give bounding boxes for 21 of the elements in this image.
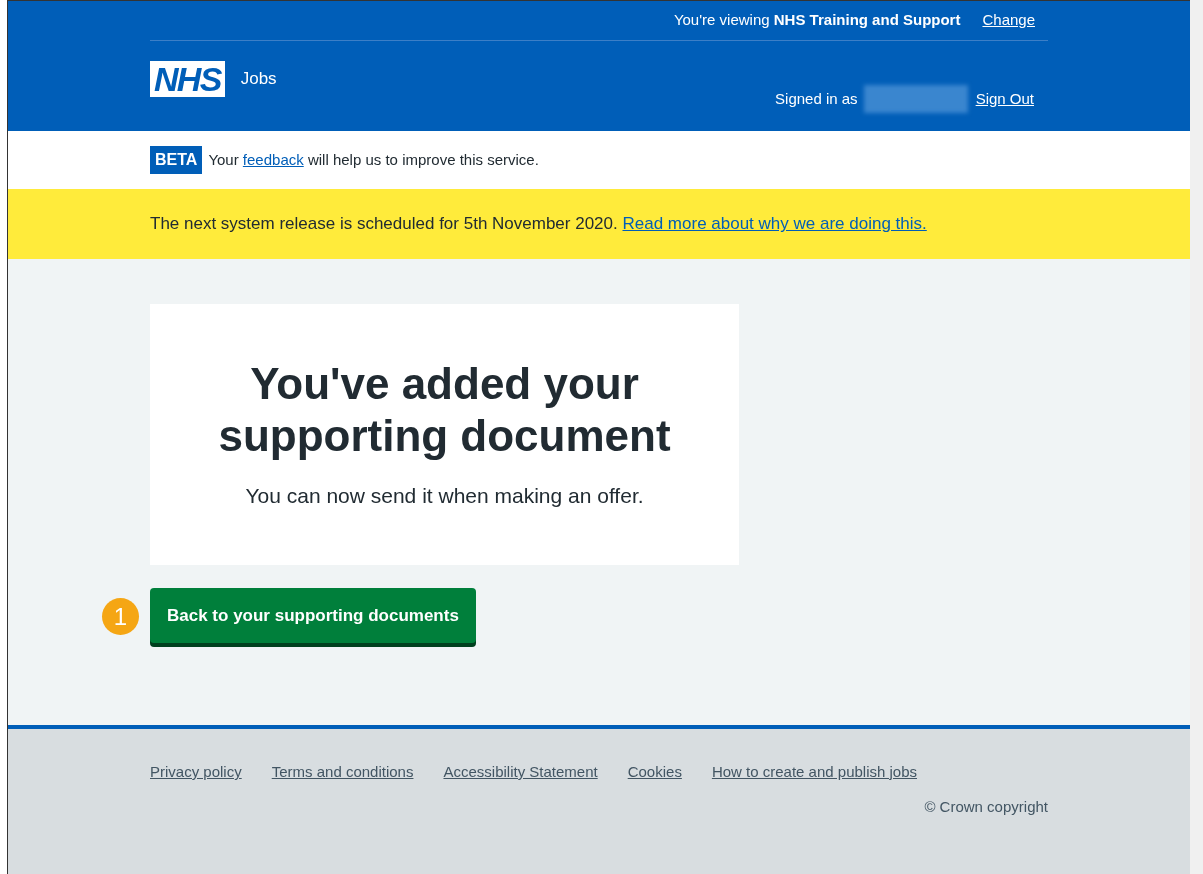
nhs-logo: NHS: [150, 61, 225, 97]
footer-link[interactable]: Terms and conditions: [271, 761, 414, 784]
beta-tag: BETA: [150, 146, 203, 174]
footer-link[interactable]: How to create and publish jobs: [711, 761, 917, 784]
service-name: Jobs: [240, 68, 277, 90]
footer-link[interactable]: Accessibility Statement: [443, 761, 598, 784]
feedback-link[interactable]: feedback: [242, 150, 304, 168]
footer-link[interactable]: Cookies: [627, 761, 682, 784]
read-more-link[interactable]: Read more about why we are doing this.: [622, 214, 927, 234]
release-notice-text: The next system release is scheduled for 5th November 2020. Read more about why we are doing this.: [150, 214, 927, 234]
beta-text: Your feedback will help us to improve this service.: [208, 149, 539, 170]
scrollbar[interactable]: [1190, 0, 1203, 874]
confirmation-title: You've added your supporting document: [217, 357, 672, 462]
viewing-organisation-text: You're viewing NHS Training and Support: [673, 10, 961, 31]
copyright-text: © Crown copyright: [924, 796, 1048, 817]
signed-in-label: Signed in as: [775, 88, 858, 109]
footer-link[interactable]: Privacy policy: [150, 761, 242, 784]
change-link[interactable]: Change: [982, 9, 1035, 32]
sign-out-link[interactable]: Sign Out: [975, 87, 1034, 111]
step-marker: 1: [102, 598, 139, 635]
confirmation-message: You can now send it when making an offer.: [245, 482, 644, 509]
